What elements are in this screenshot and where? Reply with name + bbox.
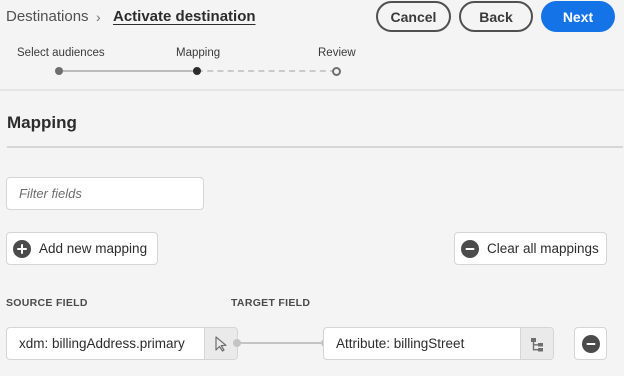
section-title: Mapping	[7, 113, 77, 132]
clear-all-mappings-button[interactable]: Clear all mappings	[454, 232, 607, 265]
breadcrumb-separator: ›	[96, 9, 101, 25]
back-button[interactable]: Back	[459, 1, 533, 32]
remove-mapping-button[interactable]	[574, 327, 607, 360]
clear-all-mappings-label: Clear all mappings	[487, 241, 599, 256]
stepper-track-complete	[59, 70, 197, 72]
next-button[interactable]: Next	[541, 1, 615, 32]
target-field[interactable]: Attribute: billingStreet	[323, 327, 554, 360]
stepper-track-upcoming	[197, 70, 336, 72]
target-field-header: TARGET FIELD	[231, 297, 311, 309]
section-divider	[7, 146, 623, 148]
mapping-connector	[236, 342, 326, 344]
source-field[interactable]: xdm: billingAddress.primary	[6, 327, 238, 360]
schema-tree-icon	[531, 337, 543, 351]
filter-fields-input[interactable]	[6, 177, 204, 210]
step-complete-dot	[55, 67, 63, 75]
add-new-mapping-label: Add new mapping	[39, 241, 148, 256]
add-new-mapping-button[interactable]: Add new mapping	[6, 232, 158, 265]
source-field-header: SOURCE FIELD	[6, 297, 88, 309]
connector-start-dot	[233, 339, 241, 347]
step-select-audiences[interactable]: Select audiences	[17, 46, 105, 60]
step-current-dot	[193, 67, 201, 75]
cancel-button[interactable]: Cancel	[376, 1, 451, 32]
step-mapping: Mapping	[176, 47, 221, 59]
target-field-value: Attribute: billingStreet	[336, 336, 465, 351]
remove-circle-icon	[581, 334, 600, 353]
breadcrumb-destinations[interactable]: Destinations	[6, 6, 89, 28]
add-circle-icon	[13, 239, 31, 258]
remove-circle-icon	[461, 239, 479, 258]
step-review: Review	[318, 47, 356, 59]
page-title: Activate destination	[113, 8, 256, 25]
target-field-picker-button[interactable]	[520, 328, 553, 359]
cursor-pointer-icon	[215, 335, 227, 352]
header-divider	[0, 89, 624, 91]
source-field-value: xdm: billingAddress.primary	[19, 336, 185, 351]
step-upcoming-dot	[332, 67, 341, 76]
